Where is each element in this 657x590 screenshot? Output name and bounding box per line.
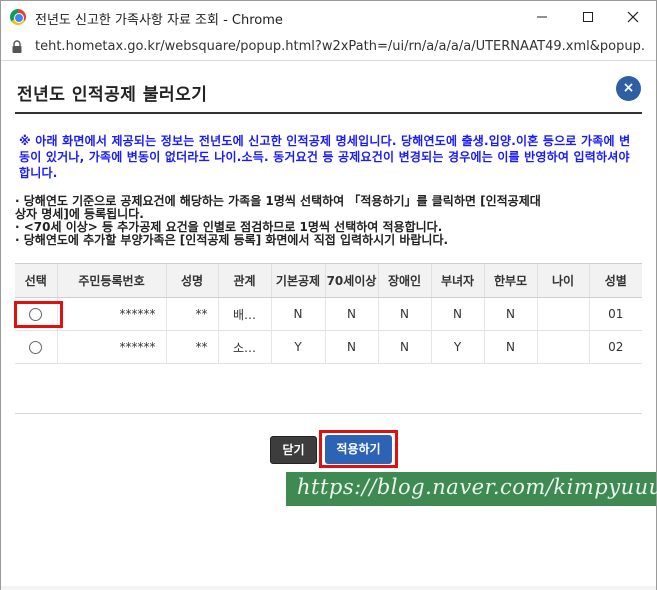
disabled-cell: N: [377, 297, 431, 331]
relation-cell: 배…: [217, 297, 271, 331]
col-header-single-parent: 한부모: [483, 263, 537, 298]
col-header-name: 성명: [165, 263, 218, 298]
single-parent-cell: N: [483, 330, 537, 364]
guide-bullet: · 당해연도에 추가할 부양가족은 [인적공제 등록] 화면에서 직접 입력하시…: [15, 233, 449, 247]
basic-cell: N: [270, 297, 325, 331]
window-titlebar: 전년도 신고한 가족사항 자료 조회 - Chrome: [1, 1, 656, 33]
table-row[interactable]: ****** ** 소… Y N N Y N 02: [15, 330, 642, 364]
col-header-basic: 기본공제: [270, 263, 325, 298]
window-bottom-edge: [1, 586, 656, 590]
col-header-age: 나이: [536, 263, 589, 298]
col-header-woman: 부녀자: [430, 263, 484, 298]
single-parent-cell: N: [483, 297, 537, 331]
rrn-cell: ******: [56, 330, 166, 364]
minimize-icon: [537, 16, 547, 18]
woman-cell: Y: [430, 330, 484, 364]
bottom-divider: [15, 413, 642, 414]
window-title: 전년도 신고한 가족사항 자료 조회 - Chrome: [35, 13, 283, 28]
col-header-relation: 관계: [217, 263, 271, 298]
gender-cell: 01: [588, 297, 642, 331]
highlight-box-radio: [14, 301, 63, 328]
col-header-gender: 성별: [588, 263, 642, 298]
disabled-cell: N: [377, 330, 431, 364]
maximize-button[interactable]: [565, 1, 611, 33]
highlight-box-apply: [319, 430, 398, 468]
close-button[interactable]: 닫기: [270, 436, 317, 464]
popup-title: 전년도 인적공제 불러오기: [17, 85, 208, 105]
guide-bullets: · 당해연도 기준으로 공제요건에 해당하는 가족을 1명씩 선택하여 「적용하…: [15, 195, 637, 247]
col-header-disabled: 장애인: [377, 263, 431, 298]
select-radio[interactable]: [29, 341, 43, 354]
age-cell: [536, 330, 589, 364]
woman-cell: N: [430, 297, 484, 331]
name-cell: **: [165, 330, 218, 364]
name-cell: **: [165, 297, 218, 331]
relation-cell: 소…: [217, 330, 271, 364]
window-close-button[interactable]: [610, 1, 656, 33]
browser-popup-window: 전년도 신고한 가족사항 자료 조회 - Chrome teht.hometax…: [0, 0, 657, 590]
age-cell: [536, 297, 589, 331]
col-header-select: 선택: [15, 263, 57, 298]
notice-text: ※ 아래 화면에서 제공되는 정보는 전년도에 신고한 인적공제 명세입니다. …: [19, 134, 631, 180]
col-header-over70: 70세이상: [324, 263, 378, 298]
lock-icon: [12, 40, 22, 53]
maximize-icon: [583, 12, 593, 22]
over70-cell: N: [324, 330, 378, 364]
chrome-icon: [10, 9, 26, 25]
over70-cell: N: [324, 297, 378, 331]
grid-header-row: 선택 주민등록번호 성명 관계 기본공제 70세이상 장애인 부녀자 한부모 나…: [15, 263, 642, 298]
basic-cell: Y: [270, 330, 325, 364]
close-icon: [627, 11, 639, 23]
table-row[interactable]: ****** ** 배… N N N N N 01: [15, 297, 642, 331]
popup-close-button[interactable]: ×: [616, 76, 641, 101]
family-grid: 선택 주민등록번호 성명 관계 기본공제 70세이상 장애인 부녀자 한부모 나…: [15, 263, 642, 364]
col-header-rrn: 주민등록번호: [56, 263, 166, 298]
gender-cell: 02: [588, 330, 642, 364]
title-divider: [15, 112, 642, 114]
minimize-button[interactable]: [519, 1, 565, 33]
rrn-cell: ******: [56, 297, 166, 331]
address-bar[interactable]: teht.hometax.go.kr/websquare/popup.html?…: [1, 33, 656, 61]
watermark-text: https://blog.naver.com/kimpyuuuu: [297, 475, 657, 499]
close-icon: ×: [622, 80, 635, 96]
url-text[interactable]: teht.hometax.go.kr/websquare/popup.html?…: [35, 39, 645, 54]
